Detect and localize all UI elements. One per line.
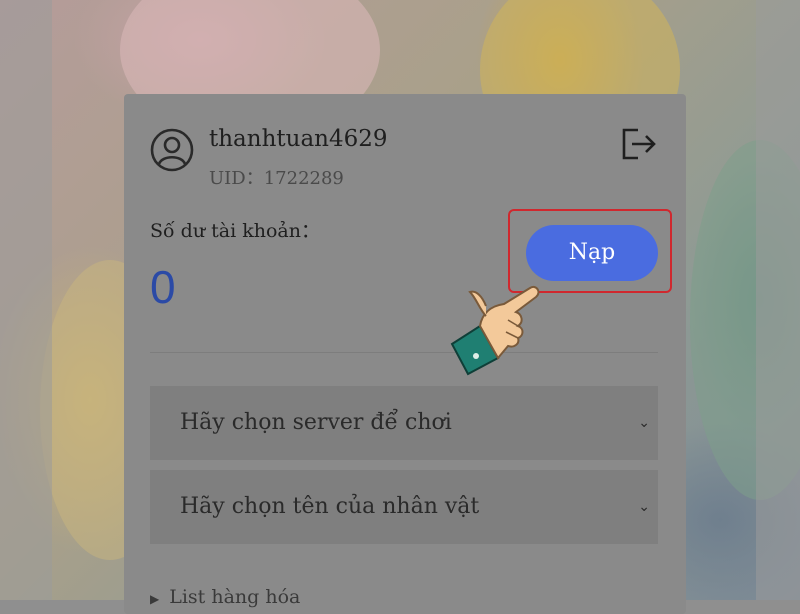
username: thanhtuan4629 [209, 126, 388, 152]
chevron-down-icon: ⌄ [638, 499, 650, 515]
balance-value: 0 [150, 261, 176, 313]
left-shade [0, 0, 52, 600]
balance-label: Số dư tài khoản： [150, 220, 320, 242]
logout-icon[interactable] [620, 126, 658, 162]
pointing-hand-icon [446, 270, 542, 376]
account-panel: thanhtuan4629 UID：1722289 Số dư tài khoả… [124, 94, 686, 614]
character-select[interactable]: Hãy chọn tên của nhân vật ⌄ [150, 470, 658, 544]
user-circle-icon [150, 128, 194, 172]
right-shade [756, 0, 800, 600]
topup-button[interactable]: Nạp [526, 225, 658, 281]
product-list-label: List hàng hóa [169, 586, 301, 608]
divider [150, 352, 658, 353]
character-select-placeholder: Hãy chọn tên của nhân vật [180, 494, 480, 519]
chevron-down-icon: ⌄ [638, 415, 650, 431]
server-select-placeholder: Hãy chọn server để chơi [180, 410, 452, 435]
caret-right-icon: ▶ [150, 592, 160, 606]
product-list-toggle[interactable]: ▶ List hàng hóa [150, 586, 300, 608]
server-select[interactable]: Hãy chọn server để chơi ⌄ [150, 386, 658, 460]
user-id: UID：1722289 [209, 168, 344, 189]
